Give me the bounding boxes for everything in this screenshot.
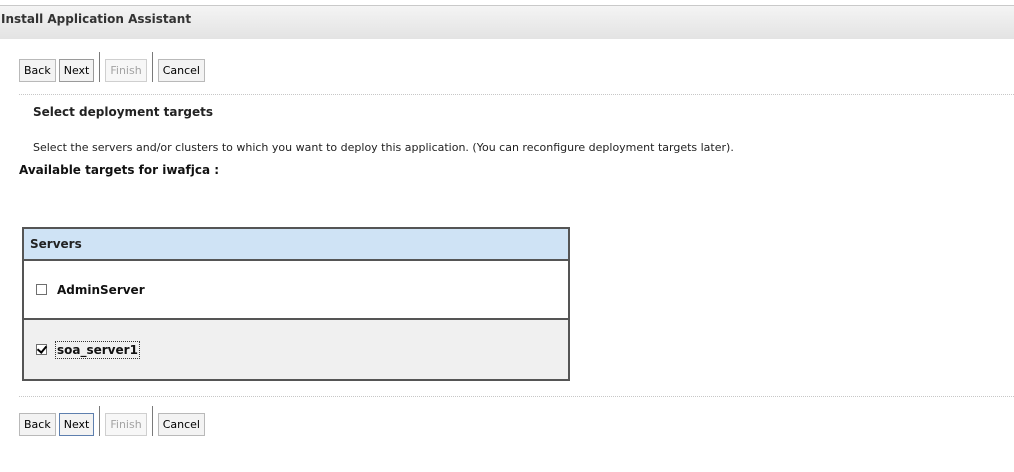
table-row[interactable]: soa_server1 — [24, 320, 568, 379]
next-button[interactable]: Next — [58, 413, 95, 436]
top-button-bar: Back Next Finish Cancel — [19, 52, 208, 82]
cancel-button[interactable]: Cancel — [157, 413, 205, 436]
checkmark-icon — [36, 343, 48, 354]
description-text: Select the servers and/or clusters to wh… — [33, 141, 734, 154]
next-button[interactable]: Next — [58, 59, 95, 82]
separator — [151, 406, 153, 436]
available-targets-heading: Available targets for iwafjca : — [19, 163, 220, 177]
back-button[interactable]: Back — [19, 59, 56, 82]
finish-button: Finish — [105, 59, 147, 82]
window-title: Install Application Assistant — [1, 12, 192, 26]
divider — [19, 396, 1014, 397]
table-header: Servers — [24, 229, 568, 261]
section-title: Select deployment targets — [33, 105, 214, 119]
separator — [99, 52, 101, 82]
adminserver-checkbox[interactable] — [36, 284, 47, 295]
soa-server1-checkbox[interactable] — [36, 343, 48, 355]
table-row[interactable]: AdminServer — [24, 261, 568, 320]
server-label: soa_server1 — [55, 340, 140, 359]
separator — [151, 52, 153, 82]
separator — [99, 406, 101, 436]
title-bar: Install Application Assistant — [0, 5, 1014, 39]
finish-button: Finish — [105, 413, 147, 436]
install-application-assistant-page: Install Application Assistant Back Next … — [0, 0, 1014, 472]
back-button[interactable]: Back — [19, 413, 56, 436]
servers-table: Servers AdminServer soa_server1 — [22, 227, 570, 381]
bottom-button-bar: Back Next Finish Cancel — [19, 406, 208, 436]
divider — [19, 94, 1014, 95]
cancel-button[interactable]: Cancel — [157, 59, 205, 82]
server-label: AdminServer — [57, 282, 145, 297]
